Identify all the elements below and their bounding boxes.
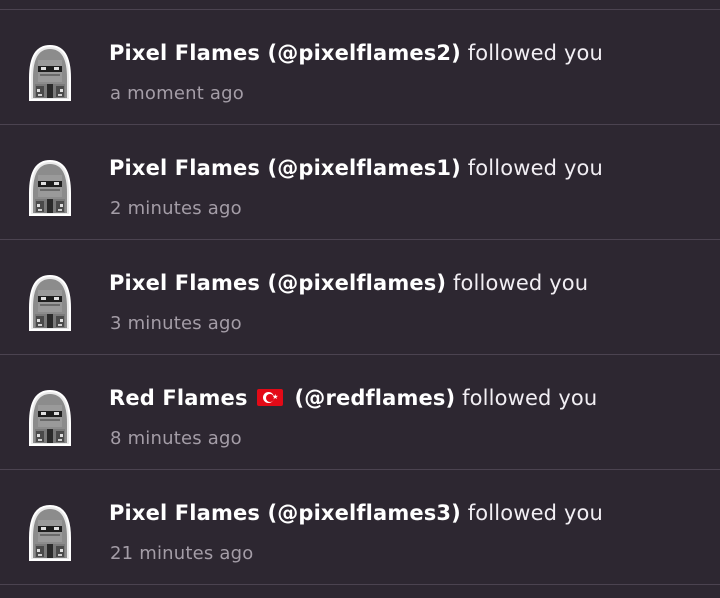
user-display-name[interactable]: Pixel Flames (@pixelflames3) [109,501,461,525]
avatar[interactable] [24,155,76,219]
turkey-flag-icon: ★ [257,389,284,406]
avatar[interactable] [24,500,76,564]
notification-action: followed you [452,271,589,295]
user-name[interactable]: Pixel Flames [109,271,260,295]
notification-timestamp: a moment ago [110,83,244,104]
user-display-name[interactable]: Pixel Flames (@pixelflames1) [109,156,461,180]
notification-timestamp: 2 minutes ago [110,198,242,219]
notification-action: followed you [462,386,598,410]
pixel-hooded-figure-icon [29,159,71,216]
user-display-name[interactable]: Red Flames ★ (@redflames) [109,386,455,410]
notification-action: followed you [467,41,603,65]
user-name[interactable]: Pixel Flames [109,501,260,525]
user-display-name[interactable]: Pixel Flames (@pixelflames2) [109,41,461,65]
notification-action: followed you [467,501,603,525]
user-handle[interactable]: (@pixelflames2) [268,41,461,65]
avatar[interactable] [24,270,76,334]
user-handle[interactable]: (@pixelflames1) [268,156,461,180]
divider [0,584,720,585]
avatar[interactable] [24,40,76,104]
user-handle[interactable]: (@redflames) [295,386,456,410]
notification-item[interactable]: Pixel Flames (@pixelflames) followed you… [0,240,720,354]
user-handle[interactable]: (@pixelflames3) [268,501,461,525]
notification-action: followed you [467,156,603,180]
notification-item[interactable]: Red Flames ★ (@redflames) followed you 8… [0,355,720,469]
notification-item[interactable]: Pixel Flames (@pixelflames3) followed yo… [0,470,720,584]
notification-timestamp: 8 minutes ago [110,428,242,449]
user-handle[interactable]: (@pixelflames) [268,271,447,295]
notification-text: Pixel Flames (@pixelflames) followed you [109,270,588,296]
user-display-name[interactable]: Pixel Flames (@pixelflames) [109,271,446,295]
user-name[interactable]: Pixel Flames [109,41,260,65]
notification-text: Pixel Flames (@pixelflames3) followed yo… [109,500,603,526]
pixel-hooded-figure-icon [29,389,71,446]
avatar[interactable] [24,385,76,449]
notification-text: Pixel Flames (@pixelflames2) followed yo… [109,40,603,66]
pixel-hooded-figure-icon [29,44,71,101]
notification-text: Pixel Flames (@pixelflames1) followed yo… [109,155,603,181]
notification-timestamp: 3 minutes ago [110,313,242,334]
notification-text: Red Flames ★ (@redflames) followed you [109,385,597,411]
notification-timestamp: 21 minutes ago [110,543,254,564]
notification-item[interactable]: Pixel Flames (@pixelflames2) followed yo… [0,10,720,124]
user-name[interactable]: Pixel Flames [109,156,260,180]
notification-item[interactable]: Pixel Flames (@pixelflames1) followed yo… [0,125,720,239]
pixel-hooded-figure-icon [29,274,71,331]
pixel-hooded-figure-icon [29,504,71,561]
notification-feed: Pixel Flames (@pixelflames2) followed yo… [0,0,720,598]
user-name[interactable]: Red Flames [109,386,248,410]
